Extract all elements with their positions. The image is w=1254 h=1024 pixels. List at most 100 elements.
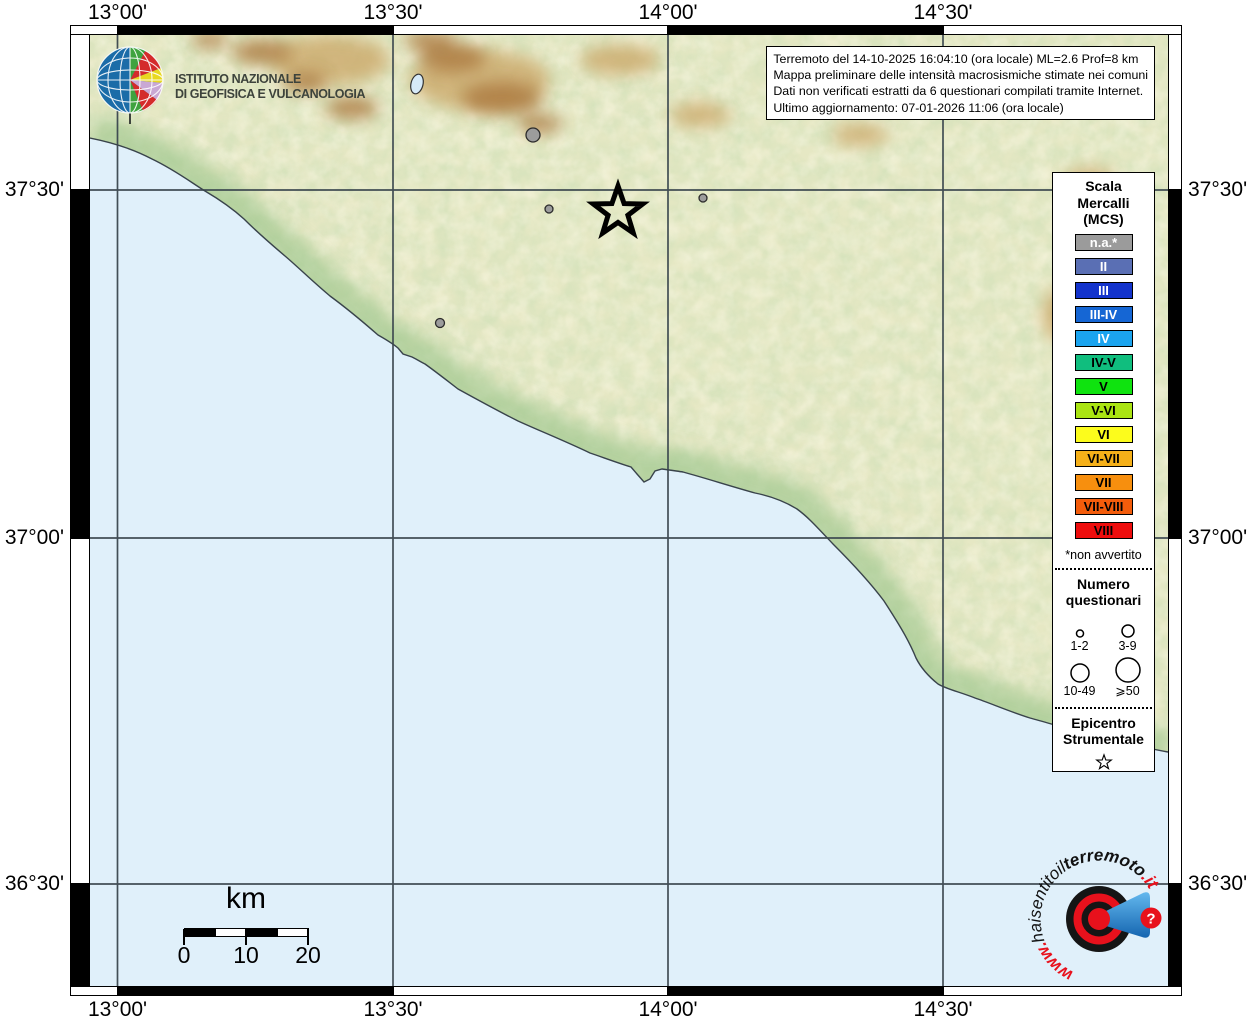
frame-segment-top	[943, 25, 1182, 35]
frame-segment-top	[117, 25, 393, 35]
epicenter-title-line-1: Epicentro	[1071, 714, 1136, 731]
haisentito-logo: www.haisentitoilterremoto.it ?	[1025, 846, 1163, 986]
lon-label-top-0: 13°00'	[87, 1, 148, 24]
questionnaire-marker	[544, 204, 554, 214]
lat-label-right-0: 37°30'	[1188, 178, 1248, 201]
questionnaire-size-icon	[1075, 628, 1084, 638]
ingv-globe-icon	[96, 46, 164, 124]
questionnaire-size-label: 3-9	[1118, 638, 1137, 653]
ingv-name-line-1: ISTITUTO NAZIONALE	[175, 72, 301, 86]
scale-bar-tick-label-0: 0	[177, 942, 191, 968]
lat-label-right-1: 37°00'	[1188, 526, 1248, 549]
scale-bar-segment	[215, 928, 247, 937]
questionnaire-marker	[434, 317, 446, 329]
mcs-swatch-V-VI: V-VI	[1074, 401, 1133, 419]
frame-segment-right	[1168, 538, 1182, 884]
mcs-swatch-V: V	[1074, 377, 1133, 395]
questionnaires-title: Numero questionari	[1066, 576, 1141, 609]
macroseismic-map-page: 13°00' 13°00' 13°30' 13°30' 14°00' 14°00' 14°3…	[0, 0, 1254, 1024]
event-info-line-2: Mappa preliminare delle intensità macros…	[773, 68, 1148, 83]
mcs-swatch-VII-VIII: VII-VIII	[1074, 497, 1133, 515]
mcs-swatch-n.a.*: n.a.*	[1074, 233, 1133, 251]
event-info-box: Terremoto del 14-10-2025 16:04:10 (ora l…	[766, 46, 1155, 120]
frame-segment-left	[70, 884, 90, 996]
event-info-line-4: Ultimo aggiornamento: 07-01-2026 11:06 (…	[773, 100, 1064, 115]
frame-segment-left	[70, 538, 90, 884]
mcs-swatch-III-IV: III-IV	[1074, 305, 1133, 323]
mcs-swatch-IV-V: IV-V	[1074, 353, 1133, 371]
lon-label-bottom-1: 13°30'	[363, 998, 423, 1021]
questionnaire-size-icon	[1120, 623, 1135, 638]
questionnaires-title-line-1: Numero	[1077, 575, 1130, 592]
lon-label-bottom-0: 13°00'	[87, 998, 148, 1021]
lon-label-top-2: 14°00'	[638, 1, 698, 24]
frame-segment-right	[1168, 190, 1182, 538]
lat-label-left-1: 37°00'	[4, 526, 64, 549]
frame-segment-left	[70, 25, 90, 190]
lat-label-left-0: 37°30'	[4, 178, 64, 201]
legend-divider	[1055, 567, 1152, 570]
epicenter-title-line-2: Strumentale	[1063, 731, 1144, 747]
questionnaire-size-icon	[1114, 656, 1141, 683]
frame-segment-right	[1168, 25, 1182, 190]
legend-title: Scala Mercalli (MCS)	[1077, 178, 1129, 228]
questionnaire-size-label: 10-49	[1063, 683, 1096, 698]
scale-bar-unit: km	[226, 882, 266, 915]
frame-segment-bottom	[70, 986, 118, 996]
frame-segment-top	[393, 25, 668, 35]
scale-bar-segment	[246, 928, 278, 937]
ingv-logo: ISTITUTO NAZIONALE DI GEOFISICA E VULCAN…	[93, 45, 366, 125]
lon-label-top-3: 14°30'	[913, 1, 973, 24]
mcs-swatch-VI: VI	[1074, 425, 1133, 443]
legend-divider-2	[1055, 706, 1152, 709]
frame-segment-top	[70, 25, 118, 35]
questionnaire-marker	[698, 193, 708, 203]
epicenter-legend-star-icon	[1094, 752, 1113, 770]
lat-label-left-2: 36°30'	[4, 872, 64, 895]
haisentito-bullseye-icon: ?	[1066, 886, 1162, 952]
mcs-swatch-III: III	[1074, 281, 1133, 299]
mcs-swatch-list: n.a.* II III III-IV IV IV-V V V-VI VI VI-VII VII VI…	[1074, 233, 1133, 546]
scale-bar-segment	[184, 928, 216, 937]
lat-label-right-2: 36°30'	[1188, 872, 1248, 895]
epicenter-legend-title: Epicentro Strumentale	[1063, 715, 1144, 748]
frame-segment-left	[70, 190, 90, 538]
legend-title-line-1: Scala	[1085, 178, 1122, 194]
lon-label-bottom-3: 14°30'	[913, 998, 973, 1021]
scale-bar: km 0 10 20	[160, 882, 360, 982]
lon-label-bottom-2: 14°00'	[638, 998, 698, 1021]
questionnaire-size-label: 1-2	[1070, 638, 1089, 653]
frame-segment-bottom	[668, 986, 943, 996]
event-info-line-3: Dati non verificati estratti da 6 questi…	[773, 84, 1144, 99]
ingv-name-line-2: DI GEOFISICA E VULCANOLOGIA	[175, 87, 366, 101]
frame-segment-bottom	[117, 986, 393, 996]
mcs-swatch-II: II	[1074, 257, 1133, 275]
questionnaire-size-10-49: 10-49	[1056, 656, 1104, 701]
mcs-swatch-VII: VII	[1074, 473, 1133, 491]
mcs-swatch-IV: IV	[1074, 329, 1133, 347]
scale-bar-tick-label-1: 10	[233, 942, 259, 968]
scale-bar-segment	[277, 928, 309, 937]
frame-segment-bottom	[393, 986, 668, 996]
questionnaires-title-line-2: questionari	[1065, 592, 1142, 608]
questionnaire-size-icon	[1069, 662, 1090, 683]
mercalli-legend: Scala Mercalli (MCS) n.a.* II III III-IV IV I…	[1052, 172, 1155, 772]
frame-segment-top	[668, 25, 943, 35]
questionnaire-size-1-2: 1-2	[1056, 611, 1104, 656]
questionnaire-marker	[525, 127, 541, 143]
ingv-name: ISTITUTO NAZIONALE DI GEOFISICA E VULCAN…	[175, 68, 366, 102]
legend-title-line-2: Mercalli	[1077, 194, 1130, 211]
legend-footnote: *non avvertito	[1065, 547, 1142, 562]
map-canvas	[90, 35, 1168, 986]
questionnaire-size-⩾50: ⩾50	[1104, 656, 1152, 701]
lon-label-top-1: 13°30'	[363, 1, 423, 24]
mcs-swatch-VIII: VIII	[1074, 521, 1133, 539]
legend-title-line-3: (MCS)	[1083, 211, 1124, 227]
scale-bar-tick-label-2: 20	[295, 942, 321, 968]
svg-text:?: ?	[1146, 911, 1155, 928]
questionnaire-size-label: ⩾50	[1115, 683, 1140, 698]
mcs-swatch-VI-VII: VI-VII	[1074, 449, 1133, 467]
event-info-line-1: Terremoto del 14-10-2025 16:04:10 (ora l…	[773, 52, 1139, 66]
questionnaire-size-3-9: 3-9	[1104, 611, 1152, 656]
questionnaire-size-legend: 1-2 3-9 10-49 ⩾50	[1056, 611, 1152, 701]
